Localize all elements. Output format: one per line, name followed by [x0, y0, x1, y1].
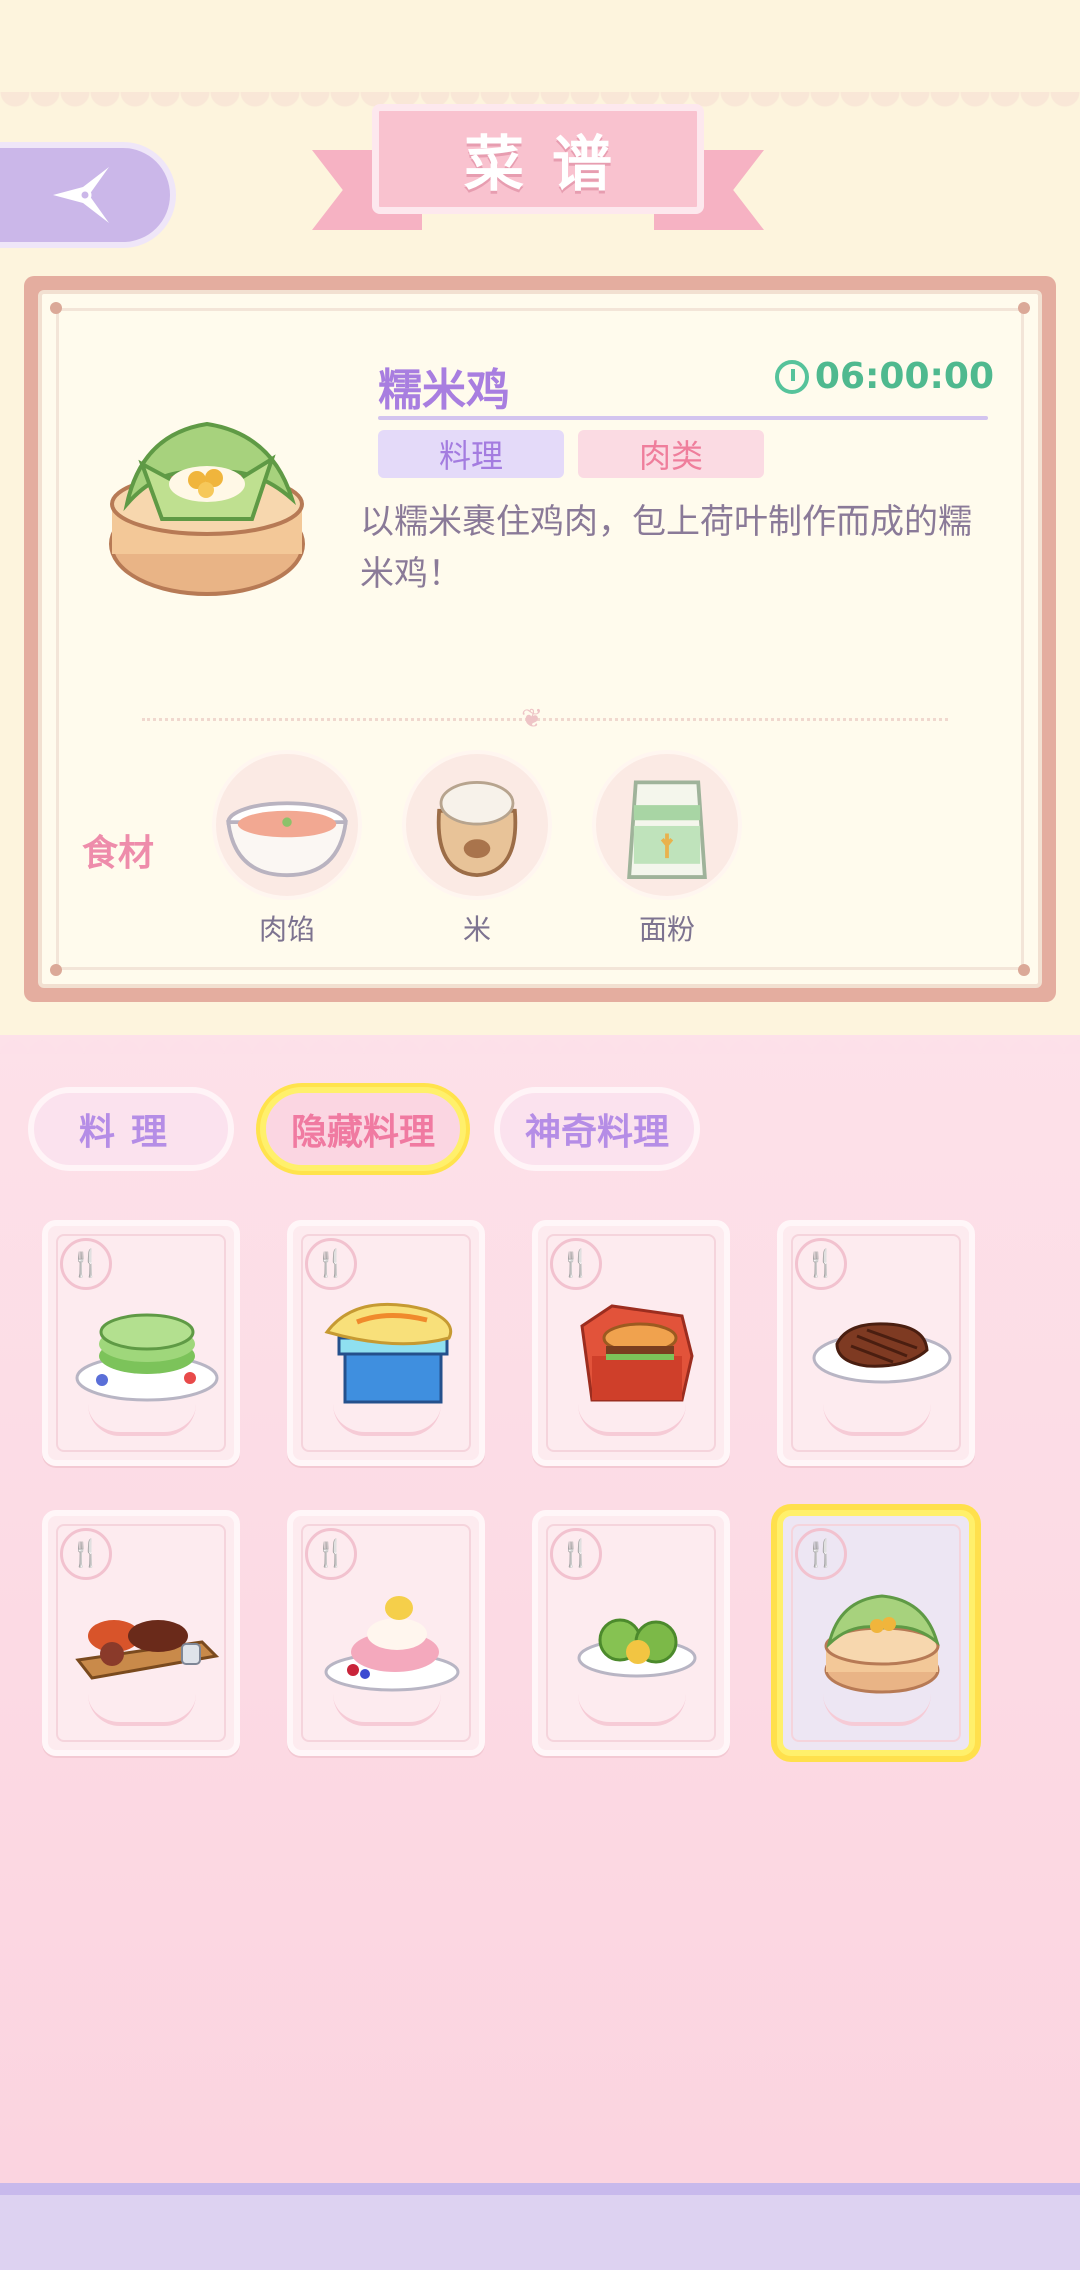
laurel-icon — [88, 1694, 196, 1726]
utensils-icon: 🍴 — [305, 1528, 357, 1580]
laurel-icon — [333, 1694, 441, 1726]
title-banner: 菜谱 — [372, 104, 704, 214]
green-pancake-dish-icon — [75, 1313, 219, 1402]
meat-filling-bowl-icon — [212, 750, 362, 900]
recipe-detail-inner: 糯米鸡 06:00:00 料理 肉类 以糯米裹住鸡肉，包上荷叶制作而成的糯米鸡！… — [38, 290, 1042, 988]
laurel-icon — [578, 1404, 686, 1436]
utensils-icon: 🍴 — [795, 1528, 847, 1580]
green-dumplings-dish-icon — [577, 1618, 697, 1678]
recipe-card[interactable]: 🍴 — [42, 1510, 240, 1756]
recipe-card[interactable]: 🍴 — [532, 1220, 730, 1466]
lotus-leaf-rice-dish-icon — [824, 1594, 940, 1694]
tab-hidden-cuisine[interactable]: 隐藏料理 — [260, 1087, 466, 1171]
ingredient-name: 肉馅 — [258, 913, 315, 946]
clock-icon — [774, 359, 809, 394]
recipe-card[interactable]: 🍴 — [42, 1220, 240, 1466]
laurel-icon — [823, 1694, 931, 1726]
laurel-icon — [333, 1404, 441, 1436]
timer-value: 06:00:00 — [814, 356, 994, 397]
title-ribbon: 菜谱 — [312, 100, 764, 240]
utensils-icon: 🍴 — [795, 1238, 847, 1290]
burger-box-dish-icon — [580, 1304, 694, 1402]
recipe-card-selected[interactable]: 🍴 — [777, 1510, 975, 1756]
back-button[interactable] — [0, 142, 176, 248]
page-title: 菜谱 — [464, 129, 640, 200]
ingredient-name: 面粉 — [638, 913, 695, 946]
grilled-platter-dish-icon — [75, 1620, 220, 1680]
recipe-card[interactable]: 🍴 — [532, 1510, 730, 1756]
ingredient-item[interactable]: 米 — [402, 750, 552, 948]
tab-magic-cuisine[interactable]: 神奇料理 — [494, 1087, 700, 1171]
utensils-icon: 🍴 — [60, 1238, 112, 1290]
utensils-icon: 🍴 — [550, 1528, 602, 1580]
flour-bag-icon — [592, 750, 742, 900]
utensils-icon: 🍴 — [305, 1238, 357, 1290]
recipe-card[interactable]: 🍴 — [287, 1510, 485, 1756]
pink-dessert-dish-icon — [324, 1596, 460, 1692]
ingredients-label: 食材 — [82, 833, 155, 874]
omelette-cooler-dish-icon — [324, 1302, 453, 1404]
laurel-icon — [88, 1404, 196, 1436]
steak-dish-icon — [812, 1322, 952, 1384]
laurel-icon — [823, 1404, 931, 1436]
lotus-leaf-rice-icon — [109, 421, 305, 596]
tab-cuisine[interactable]: 料理 — [28, 1087, 234, 1171]
ingredient-item[interactable]: 面粉 — [592, 750, 742, 948]
recipe-detail-panel: 糯米鸡 06:00:00 料理 肉类 以糯米裹住鸡肉，包上荷叶制作而成的糯米鸡！… — [24, 276, 1056, 1002]
cook-timer: 06:00:00 — [774, 356, 994, 397]
rice-sack-icon — [402, 750, 552, 900]
dish-name: 糯米鸡 — [378, 365, 510, 416]
ingredient-name: 米 — [462, 913, 491, 946]
ingredient-item[interactable]: 肉馅 — [212, 750, 362, 948]
footer-bar — [0, 2183, 1080, 2270]
tag-category: 料理 — [378, 430, 564, 478]
tag-meat: 肉类 — [578, 430, 764, 478]
recipe-card[interactable]: 🍴 — [287, 1220, 485, 1466]
utensils-icon: 🍴 — [550, 1238, 602, 1290]
bow-icon: ❦ — [521, 704, 543, 734]
compass-back-icon — [53, 167, 109, 223]
recipe-card[interactable]: 🍴 — [777, 1220, 975, 1466]
dish-description: 以糯米裹住鸡肉，包上荷叶制作而成的糯米鸡！ — [360, 502, 972, 594]
bottom-lace-trim — [0, 1028, 1080, 1054]
utensils-icon: 🍴 — [60, 1528, 112, 1580]
laurel-icon — [578, 1694, 686, 1726]
name-underline — [378, 416, 988, 420]
